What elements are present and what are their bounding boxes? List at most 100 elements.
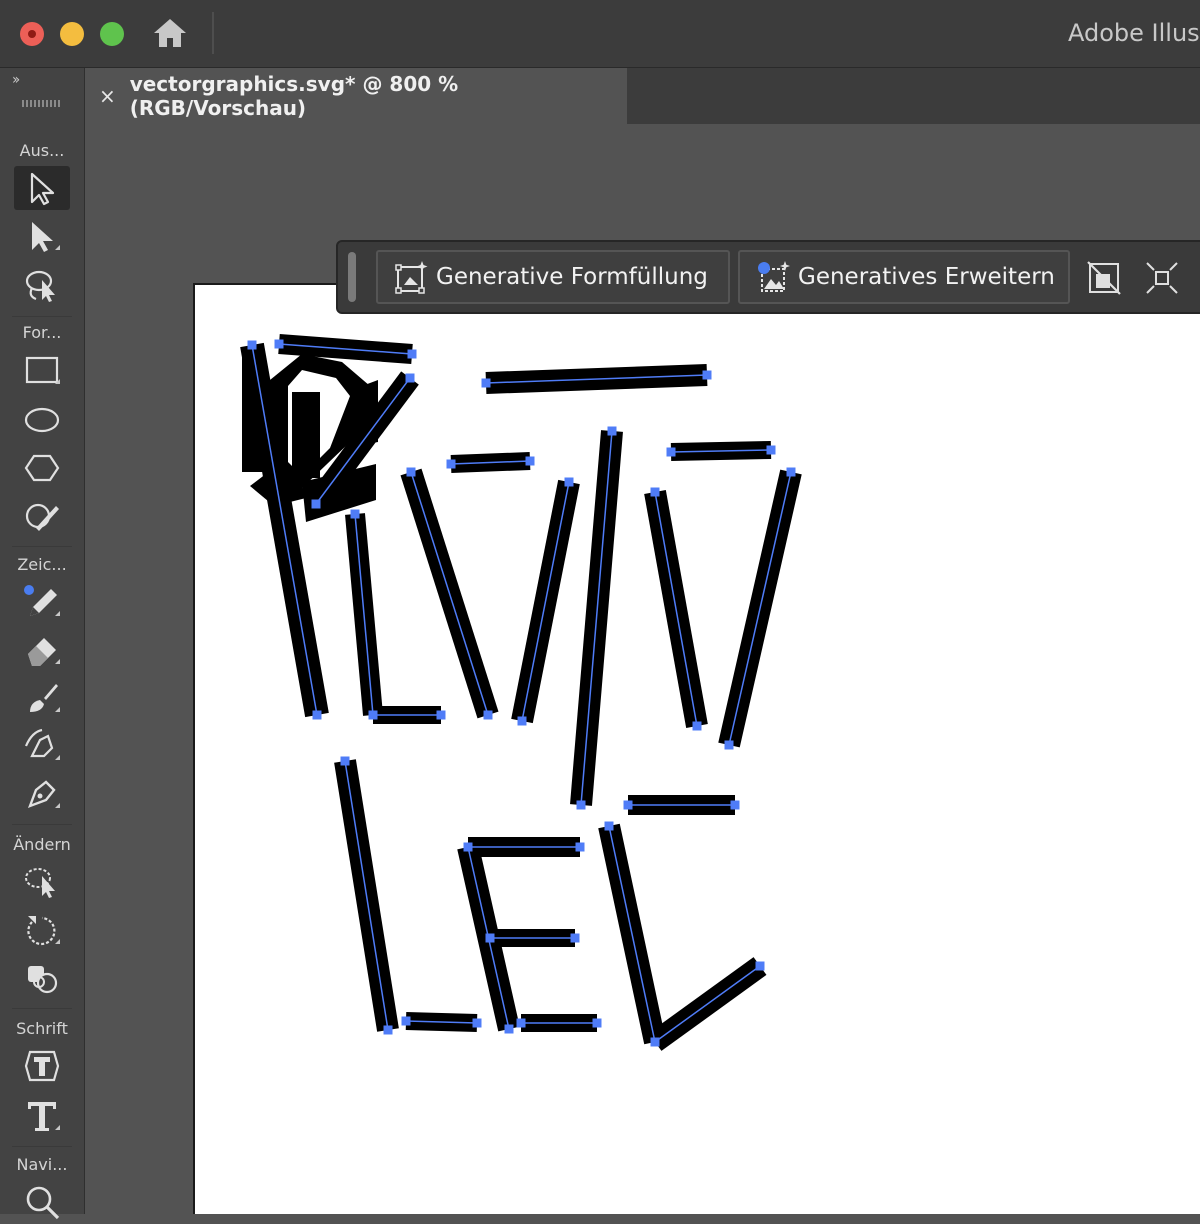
shape-builder-tool[interactable]	[14, 956, 70, 1000]
anchor-point[interactable]	[504, 1024, 514, 1034]
anchor-point[interactable]	[623, 800, 633, 810]
shape-builder-icon	[28, 966, 58, 994]
anchor-point[interactable]	[516, 1018, 526, 1028]
anchor-point[interactable]	[766, 445, 776, 455]
anchor-point[interactable]	[311, 499, 321, 509]
anchor-point[interactable]	[576, 800, 586, 810]
generative-expand-button[interactable]: Generatives Erweitern	[738, 250, 1070, 304]
warp-icon	[25, 868, 55, 898]
generative-expand-icon	[758, 261, 790, 292]
anchor-point[interactable]	[724, 740, 734, 750]
document-tab-title: vectorgraphics.svg* @ 800 % (RGB/Vorscha…	[129, 72, 459, 120]
anchor-point[interactable]	[483, 710, 493, 720]
taskbar-drag-handle[interactable]	[348, 252, 356, 302]
anchor-point[interactable]	[607, 426, 617, 436]
curvature-pen-tool[interactable]	[14, 724, 70, 768]
anchor-point[interactable]	[755, 961, 765, 971]
direct-selection-tool[interactable]	[14, 214, 70, 258]
anchor-point[interactable]	[312, 710, 322, 720]
mask-off-icon[interactable]	[1086, 260, 1122, 296]
type-tool[interactable]	[14, 1094, 70, 1138]
selection-path	[654, 491, 698, 727]
section-label-draw: Zeic...	[17, 555, 67, 574]
section-label-modify: Ändern	[13, 835, 71, 854]
pen-nib-icon	[27, 780, 60, 809]
warp-tool[interactable]	[14, 860, 70, 904]
type-tool-touch[interactable]	[14, 1044, 70, 1088]
anchor-point[interactable]	[340, 756, 350, 766]
anchor-point[interactable]	[407, 349, 417, 359]
anchor-point[interactable]	[592, 1018, 602, 1028]
anchor-point[interactable]	[472, 1018, 482, 1028]
shaper-tool[interactable]	[14, 494, 70, 538]
anchor-point[interactable]	[730, 800, 740, 810]
anchor-point[interactable]	[274, 339, 284, 349]
lasso-tool[interactable]	[14, 264, 70, 308]
anchor-point[interactable]	[517, 716, 527, 726]
generative-shape-fill-button[interactable]: Generative Formfüllung	[376, 250, 730, 304]
stroke-bar	[292, 392, 320, 478]
selection-path	[410, 471, 489, 716]
anchor-point[interactable]	[247, 340, 257, 350]
anchor-point[interactable]	[485, 933, 495, 943]
anchor-point[interactable]	[570, 933, 580, 943]
collapse-panel-button[interactable]: ››	[12, 72, 20, 88]
rectangle-tool[interactable]	[14, 348, 70, 392]
eraser-icon	[28, 638, 60, 666]
ellipse-tool[interactable]	[14, 398, 70, 442]
anchor-point[interactable]	[650, 1037, 660, 1047]
artboard[interactable]	[193, 283, 1200, 1214]
generative-shape-fill-label: Generative Formfüllung	[436, 264, 708, 290]
fit-to-artboard-icon[interactable]	[1144, 260, 1180, 296]
anchor-point[interactable]	[786, 467, 796, 477]
anchor-point[interactable]	[463, 842, 473, 852]
app-title: Adobe Illust	[1068, 19, 1200, 47]
close-tab-icon[interactable]: ×	[85, 84, 130, 108]
eraser-tool[interactable]	[14, 628, 70, 672]
anchor-point[interactable]	[436, 710, 446, 720]
titlebar-separator	[212, 12, 214, 54]
window-minimize-button[interactable]	[60, 22, 84, 46]
anchor-point[interactable]	[350, 509, 360, 519]
anchor-point[interactable]	[666, 447, 676, 457]
anchor-point[interactable]	[383, 1025, 393, 1035]
pencil-icon	[24, 585, 60, 616]
section-label-shapes: For...	[22, 323, 62, 342]
rotate-tool[interactable]	[14, 908, 70, 952]
home-icon[interactable]	[150, 15, 190, 51]
rotate-icon	[27, 916, 60, 946]
anchor-point[interactable]	[692, 721, 702, 731]
selection-tool[interactable]	[14, 166, 70, 210]
title-bar: Adobe Illust	[0, 0, 1200, 68]
anchor-point[interactable]	[368, 710, 378, 720]
touch-type-icon	[24, 1050, 60, 1082]
artwork[interactable]	[195, 285, 1200, 1216]
window-close-button[interactable]	[20, 22, 44, 46]
anchor-point[interactable]	[604, 821, 614, 831]
anchor-point[interactable]	[481, 378, 491, 388]
document-tab[interactable]: × vectorgraphics.svg* @ 800 % (RGB/Vorsc…	[85, 68, 627, 124]
anchor-point[interactable]	[401, 1016, 411, 1026]
polygon-icon	[24, 454, 60, 482]
curvature-pen-icon	[24, 728, 60, 760]
paintbrush-tool[interactable]	[14, 676, 70, 720]
contextual-task-bar: Generative Formfüllung Generatives Erwei…	[336, 240, 1200, 314]
anchor-point[interactable]	[406, 467, 416, 477]
anchor-point[interactable]	[564, 477, 574, 487]
panel-grip[interactable]	[22, 100, 60, 107]
polygon-tool[interactable]	[14, 446, 70, 490]
window-zoom-button[interactable]	[100, 22, 124, 46]
anchor-point[interactable]	[575, 842, 585, 852]
type-t-icon	[28, 1102, 60, 1131]
anchor-point[interactable]	[525, 456, 535, 466]
document-tab-bar: × vectorgraphics.svg* @ 800 % (RGB/Vorsc…	[85, 68, 1200, 124]
anchor-point[interactable]	[650, 487, 660, 497]
pen-tool[interactable]	[14, 772, 70, 816]
anchor-point[interactable]	[446, 459, 456, 469]
magnifier-icon	[26, 1186, 60, 1220]
anchor-point[interactable]	[702, 370, 712, 380]
zoom-tool[interactable]	[14, 1180, 70, 1224]
pencil-tool[interactable]	[14, 580, 70, 624]
anchor-point[interactable]	[405, 373, 415, 383]
selection-path	[344, 760, 389, 1031]
